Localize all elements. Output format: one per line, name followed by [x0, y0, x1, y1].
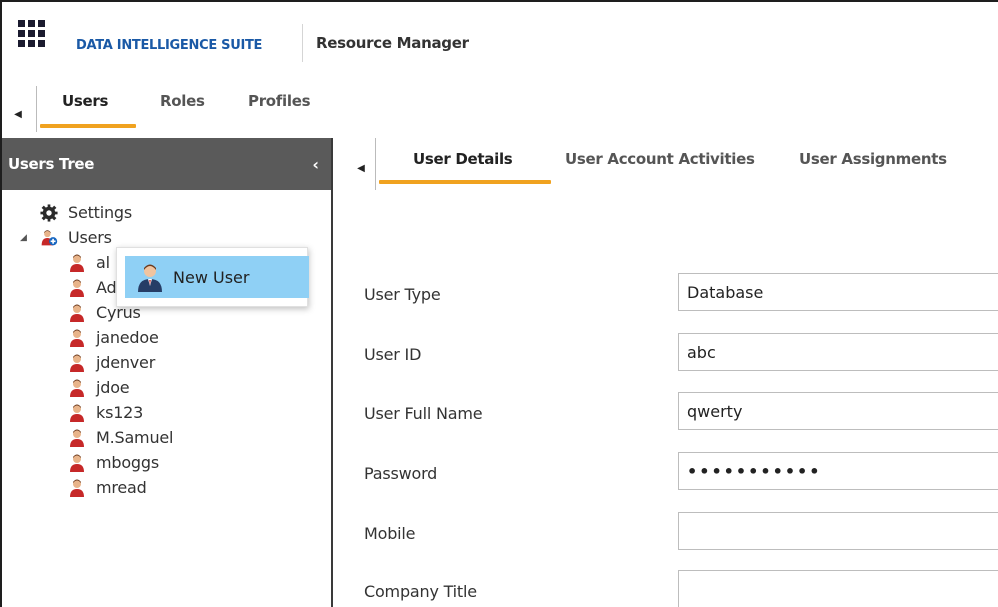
user-icon: [68, 304, 86, 322]
user-icon: [68, 354, 86, 372]
user-icon: [68, 379, 86, 397]
new-user-menu-item[interactable]: New User: [125, 256, 309, 298]
tab-users[interactable]: Users: [62, 92, 108, 110]
detail-tab-bar: ◀ User Details User Account Activities U…: [347, 138, 998, 190]
mobile-field[interactable]: [678, 512, 998, 550]
user-icon: [68, 404, 86, 422]
tree-item-settings[interactable]: Settings: [2, 200, 331, 225]
tree-item-label: mread: [96, 478, 147, 497]
tree-item-user-jdoe[interactable]: jdoe: [2, 375, 331, 400]
user-full-name-field[interactable]: qwerty: [678, 392, 998, 430]
tab-user-account-activities[interactable]: User Account Activities: [565, 150, 755, 168]
tree-item-user-janedoe[interactable]: janedoe: [2, 325, 331, 350]
detail-tab-scroll-left-icon[interactable]: ◀: [355, 158, 367, 178]
active-detail-tab-indicator: [379, 180, 551, 184]
users-group-icon: [40, 229, 58, 247]
top-bar: DATA INTELLIGENCE SUITE Resource Manager: [2, 2, 998, 70]
tab-user-details[interactable]: User Details: [413, 150, 513, 168]
users-tree-header: Users Tree ‹: [2, 138, 331, 190]
user-icon: [68, 479, 86, 497]
tab-scroll-left-icon[interactable]: ◀: [12, 104, 24, 124]
tree-item-user-mread[interactable]: mread: [2, 475, 331, 500]
user-icon: [68, 279, 86, 297]
tree-item-label: jdoe: [96, 378, 130, 397]
tree-item-user-ks123[interactable]: ks123: [2, 400, 331, 425]
user-icon: [68, 254, 86, 272]
company-title-row: Company Title: [362, 570, 998, 607]
user-type-field[interactable]: Database: [678, 273, 998, 311]
password-field[interactable]: •••••••••••: [678, 452, 998, 490]
tree-item-label: jdenver: [96, 353, 156, 372]
app-window: DATA INTELLIGENCE SUITE Resource Manager…: [0, 0, 998, 607]
tree-item-user-jdenver[interactable]: jdenver: [2, 350, 331, 375]
tree-item-label: al: [96, 253, 110, 272]
tree-item-label: janedoe: [96, 328, 159, 347]
tree-item-label: M.Samuel: [96, 428, 174, 447]
primary-tab-bar: ◀ Users Roles Profiles: [2, 82, 998, 134]
user-type-row: User Type Database: [362, 273, 998, 313]
user-icon: [68, 454, 86, 472]
user-full-name-row: User Full Name qwerty: [362, 392, 998, 432]
tree-item-label: ks123: [96, 403, 144, 422]
tree-item-label: Users: [68, 228, 112, 247]
company-title-label: Company Title: [364, 582, 477, 601]
user-type-label: User Type: [364, 285, 441, 304]
users-tree-title: Users Tree: [8, 155, 95, 173]
users-tree-panel: Users Tree ‹ Settings ◢ Users al Cyrus j…: [2, 138, 333, 607]
tab-profiles[interactable]: Profiles: [248, 92, 311, 110]
gear-icon: [40, 203, 58, 222]
user-id-field[interactable]: abc: [678, 333, 998, 371]
mobile-label: Mobile: [364, 524, 416, 543]
company-title-field[interactable]: [678, 570, 998, 607]
tab-user-assignments[interactable]: User Assignments: [799, 150, 947, 168]
page-title: Resource Manager: [316, 34, 469, 52]
tab-roles[interactable]: Roles: [160, 92, 205, 110]
users-tree: Settings ◢ Users al Cyrus janedoe jdenve…: [2, 190, 331, 500]
suite-name: DATA INTELLIGENCE SUITE: [76, 38, 263, 53]
context-menu: New User: [116, 247, 309, 307]
tree-item-user-mboggs[interactable]: mboggs: [2, 450, 331, 475]
user-icon: [68, 429, 86, 447]
detail-tab-divider: [375, 138, 376, 190]
tree-item-label: mboggs: [96, 453, 159, 472]
tree-item-user-msamuel[interactable]: M.Samuel: [2, 425, 331, 450]
app-grid-icon[interactable]: [18, 20, 46, 48]
new-user-icon: [135, 262, 165, 292]
mobile-row: Mobile: [362, 512, 998, 552]
user-id-row: User ID abc: [362, 333, 998, 373]
user-icon: [68, 329, 86, 347]
tab-divider: [36, 86, 37, 132]
expand-triangle-icon[interactable]: ◢: [20, 233, 27, 243]
new-user-label: New User: [173, 267, 250, 287]
password-row: Password •••••••••••: [362, 452, 998, 492]
user-id-label: User ID: [364, 345, 422, 364]
user-full-name-label: User Full Name: [364, 404, 483, 423]
active-tab-indicator: [40, 124, 136, 128]
header-divider: [302, 24, 303, 62]
collapse-panel-icon[interactable]: ‹: [308, 155, 323, 174]
tree-item-label: Settings: [68, 203, 133, 222]
password-label: Password: [364, 464, 438, 483]
